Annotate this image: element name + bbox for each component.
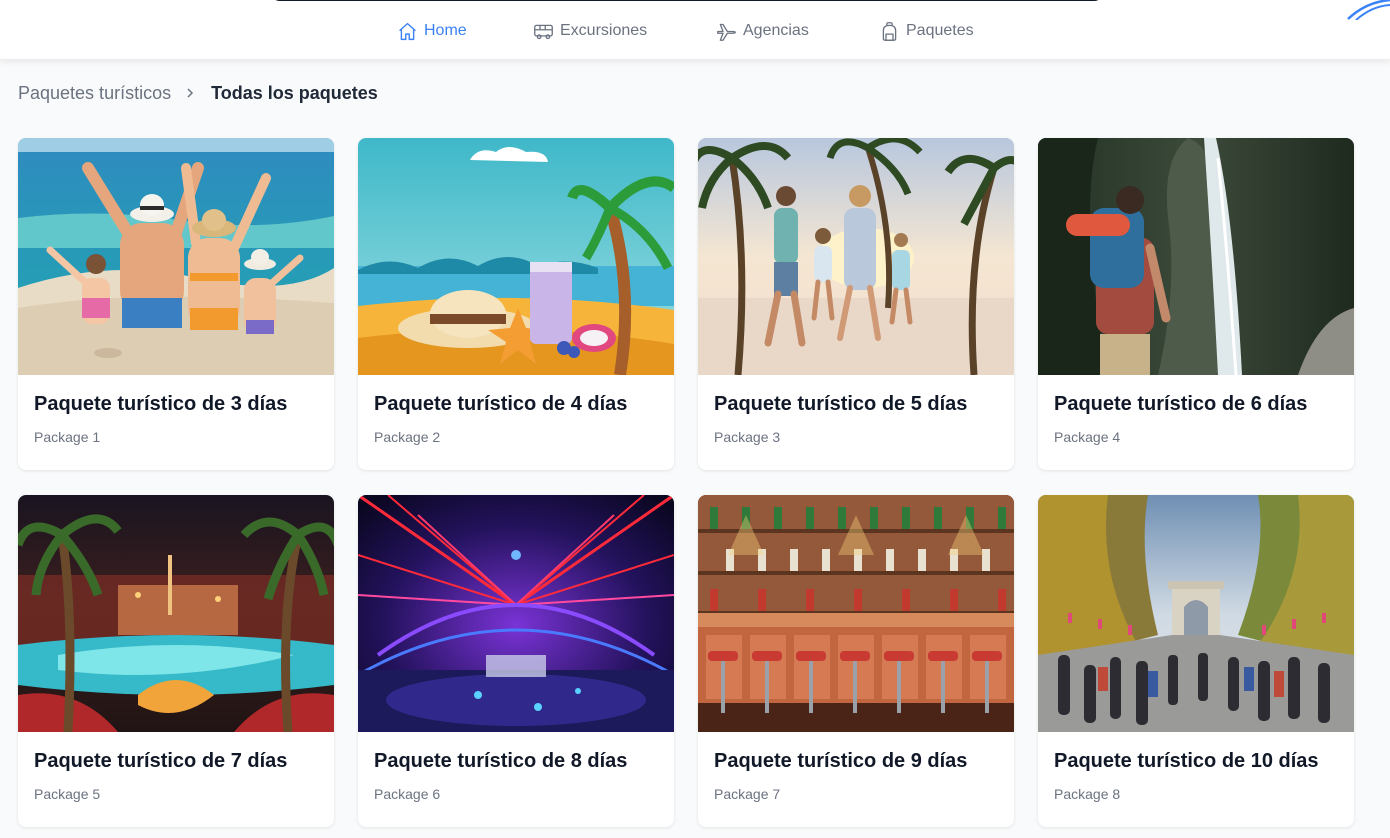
nav-item-label: Home <box>424 22 467 39</box>
package-title: Paquete turístico de 7 días <box>34 750 288 772</box>
nav-item-excursiones[interactable]: Excursiones <box>533 19 647 43</box>
package-image-hiker-waterfall <box>1038 138 1354 375</box>
package-subtitle: Package 6 <box>374 786 441 802</box>
package-card-2[interactable]: Paquete turístico de 4 días Package 2 <box>358 138 674 470</box>
breadcrumb-parent-link[interactable]: Paquetes turísticos <box>18 83 171 104</box>
search-bar-edge[interactable] <box>270 0 1104 1</box>
backpack-icon <box>882 21 897 41</box>
package-subtitle: Package 7 <box>714 786 781 802</box>
package-image-neon-nightclub <box>358 495 674 732</box>
bus-icon <box>534 24 553 39</box>
package-image-las-vegas-pool-night <box>18 495 334 732</box>
package-card-1[interactable]: Paquete turístico de 3 días Package 1 <box>18 138 334 470</box>
package-card-3[interactable]: Paquete turístico de 5 días Package 3 <box>698 138 1014 470</box>
package-subtitle: Package 8 <box>1054 786 1121 802</box>
chevron-right-icon <box>187 88 194 98</box>
package-card-7[interactable]: Paquete turístico de 9 días Package 7 <box>698 495 1014 827</box>
package-subtitle: Package 1 <box>34 429 101 445</box>
package-subtitle: Package 4 <box>1054 429 1121 445</box>
package-title: Paquete turístico de 4 días <box>374 393 628 415</box>
package-image-beach-illustration <box>358 138 674 375</box>
package-card-5[interactable]: Paquete turístico de 7 días Package 5 <box>18 495 334 827</box>
package-title: Paquete turístico de 5 días <box>714 393 968 415</box>
package-subtitle: Package 5 <box>34 786 101 802</box>
brand-logo-icon[interactable] <box>1338 0 1390 20</box>
breadcrumb-current: Todas los paquetes <box>211 82 378 103</box>
package-image-family-palm-beach <box>698 138 1014 375</box>
main-nav: Home Excursiones Agencias Paquetes <box>0 19 1390 43</box>
package-image-bar-illustration <box>698 495 1014 732</box>
nav-item-home[interactable]: Home <box>397 19 467 43</box>
package-title: Paquete turístico de 3 días <box>34 393 288 415</box>
nav-item-agencias[interactable]: Agencias <box>716 19 809 43</box>
package-title: Paquete turístico de 10 días <box>1054 750 1319 772</box>
home-icon <box>399 22 416 40</box>
package-title: Paquete turístico de 8 días <box>374 750 628 772</box>
nav-item-label: Excursiones <box>560 22 648 39</box>
top-header: Home Excursiones Agencias Paquetes <box>0 0 1390 60</box>
package-card-6[interactable]: Paquete turístico de 8 días Package 6 <box>358 495 674 827</box>
nav-item-label: Agencias <box>743 22 809 39</box>
package-image-family-on-beach <box>18 138 334 375</box>
nav-item-paquetes[interactable]: Paquetes <box>879 19 974 43</box>
breadcrumb: Paquetes turísticos Todas los paquetes <box>18 82 378 104</box>
package-title: Paquete turístico de 6 días <box>1054 393 1308 415</box>
nav-item-label: Paquetes <box>906 22 974 39</box>
package-subtitle: Package 2 <box>374 429 441 445</box>
package-grid: Paquete turístico de 3 días Package 1 Pa… <box>18 138 1354 838</box>
plane-icon <box>717 23 736 41</box>
package-image-champs-elysees-arc <box>1038 495 1354 732</box>
package-title: Paquete turístico de 9 días <box>714 750 968 772</box>
package-card-4[interactable]: Paquete turístico de 6 días Package 4 <box>1038 138 1354 470</box>
package-card-8[interactable]: Paquete turístico de 10 días Package 8 <box>1038 495 1354 827</box>
package-subtitle: Package 3 <box>714 429 781 445</box>
